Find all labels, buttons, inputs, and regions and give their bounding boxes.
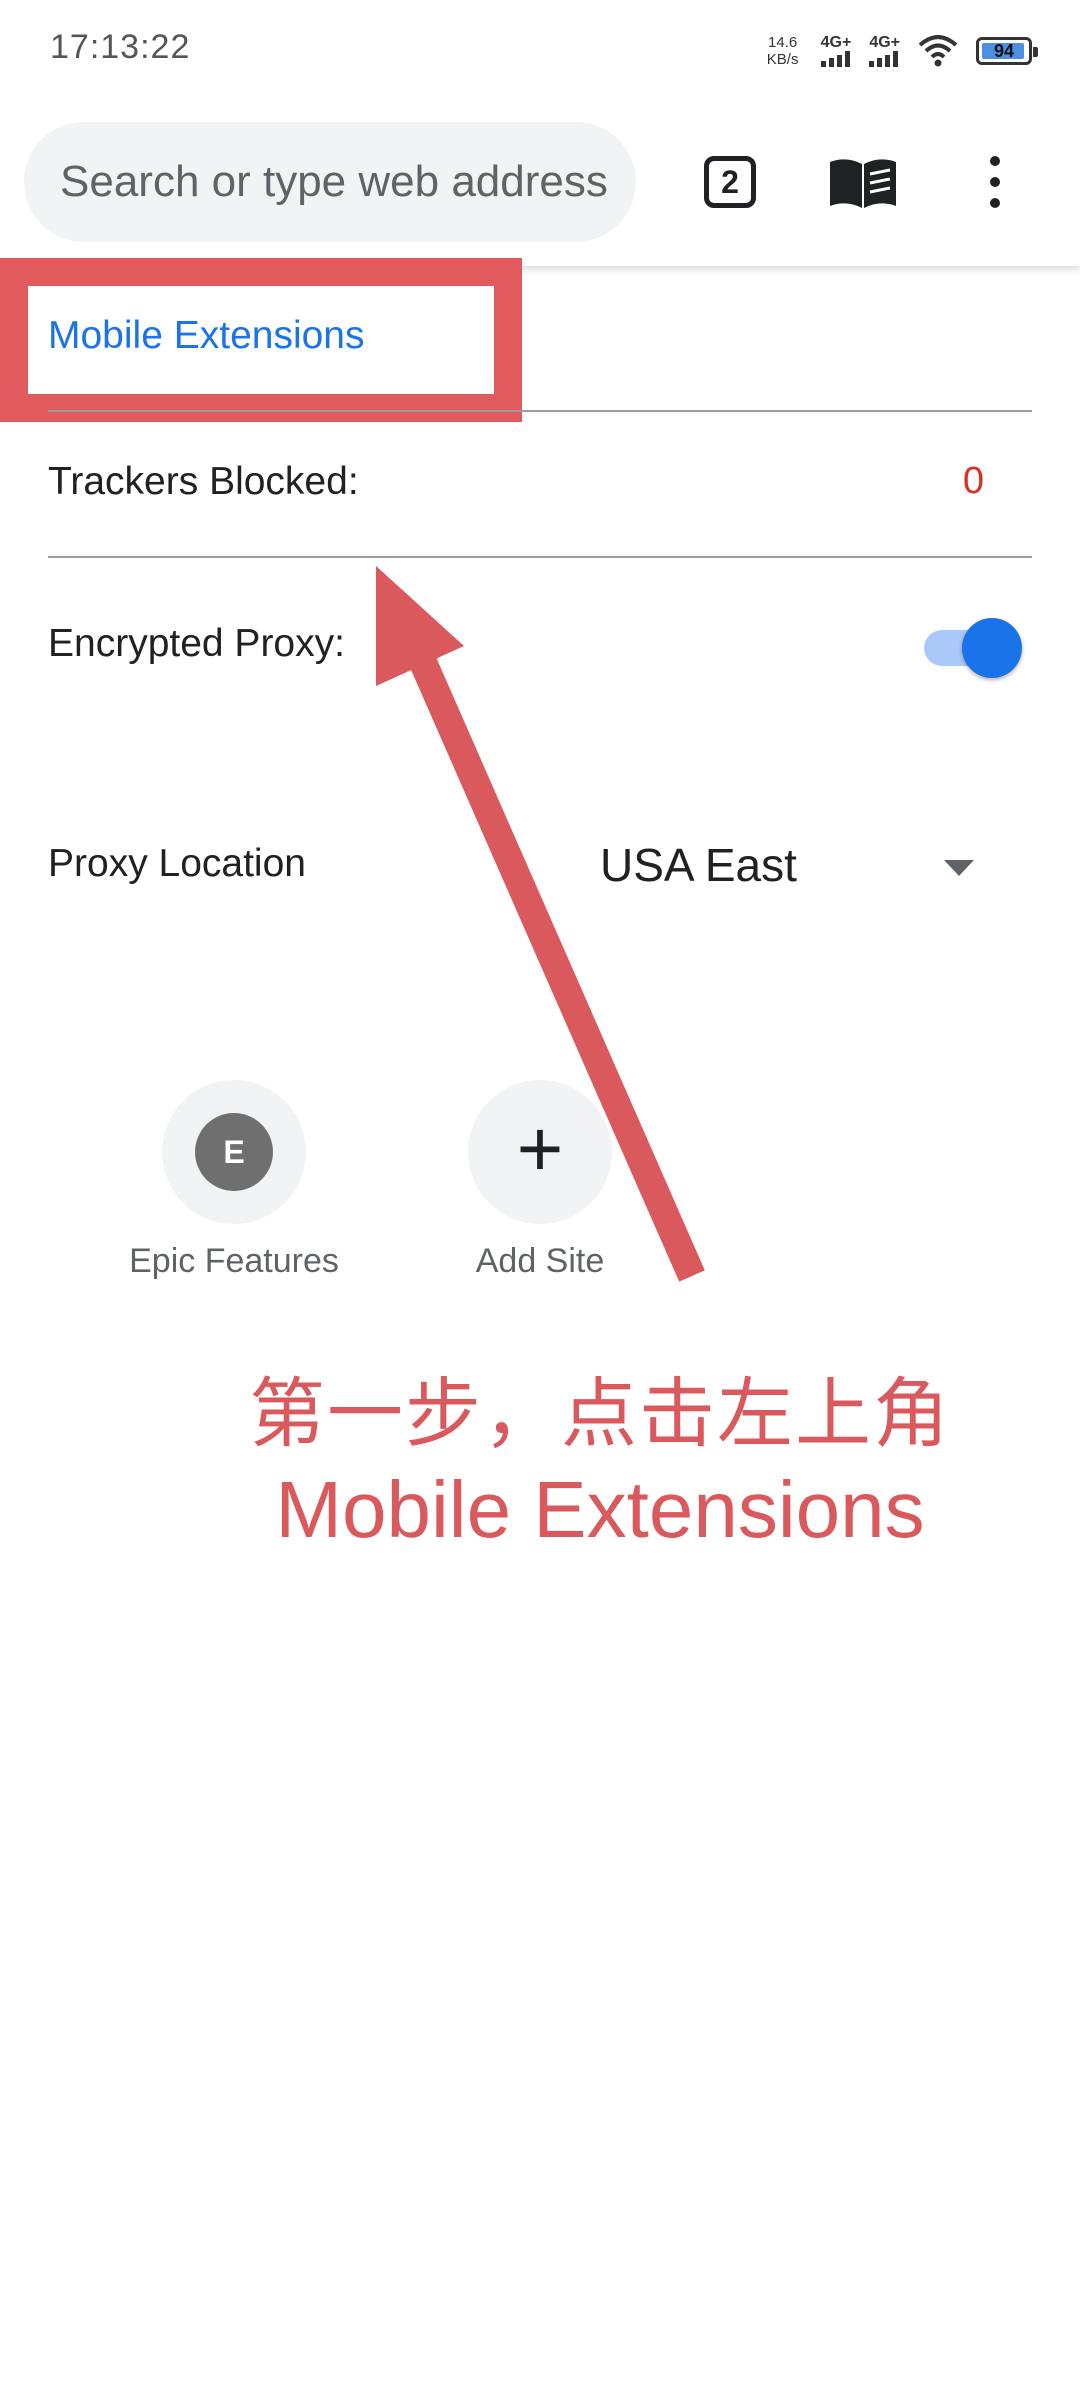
annotation-arrow	[376, 566, 705, 1282]
annotation-line-1: 第一步，点击左上角	[249, 1372, 951, 1457]
annotation-text: 第一步，点击左上角 Mobile Extensions	[130, 1370, 1070, 1560]
annotation-line-2: Mobile Extensions	[275, 1465, 925, 1554]
